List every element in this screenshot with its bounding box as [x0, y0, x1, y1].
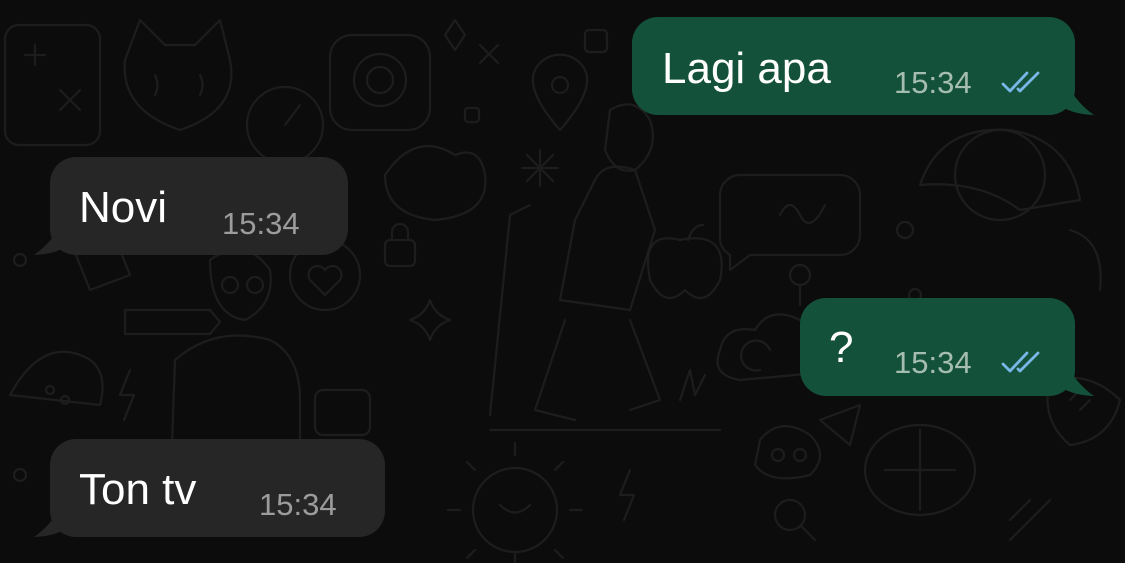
message-timestamp: 15:34: [222, 206, 300, 241]
message-timestamp: 15:34: [259, 487, 337, 522]
incoming-message-bubble[interactable]: Ton tv 15:34: [50, 439, 385, 537]
message-timestamp: 15:34: [894, 65, 972, 100]
chat-area[interactable]: Lagi apa 15:34 Novi 15:34 ? 15:34 Ton tv…: [0, 0, 1125, 563]
incoming-message-bubble[interactable]: Novi 15:34: [50, 157, 348, 255]
outgoing-message-bubble[interactable]: ? 15:34: [800, 298, 1075, 396]
double-check-read-icon: [1001, 351, 1040, 373]
bubble-tail: [34, 508, 70, 537]
message-timestamp: 15:34: [894, 345, 972, 380]
bubble-tail: [1058, 367, 1094, 396]
message-text: ?: [829, 323, 854, 372]
bubble-tail: [1058, 86, 1094, 115]
double-check-read-icon: [1001, 71, 1040, 93]
message-text: Novi: [79, 183, 168, 232]
bubble-tail: [34, 226, 70, 255]
outgoing-message-bubble[interactable]: Lagi apa 15:34: [632, 17, 1075, 115]
message-text: Ton tv: [79, 465, 197, 514]
message-text: Lagi apa: [662, 44, 831, 93]
